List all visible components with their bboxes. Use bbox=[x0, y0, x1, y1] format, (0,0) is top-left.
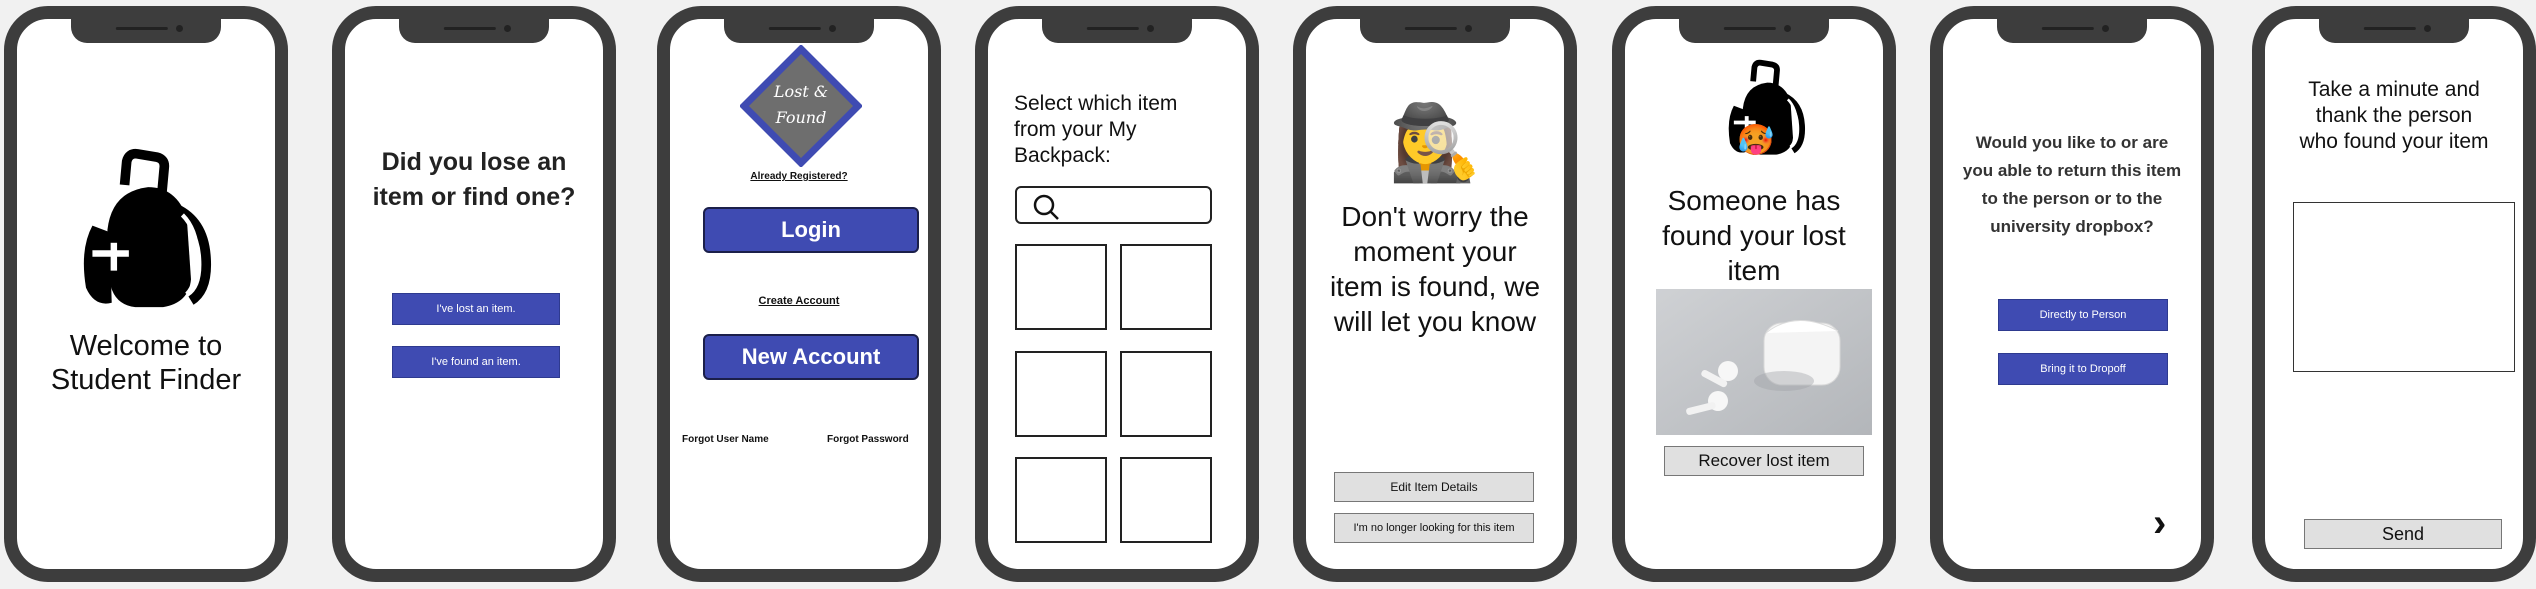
found-item-button[interactable]: I've found an item. bbox=[392, 346, 560, 378]
backpack-item-slot[interactable] bbox=[1120, 244, 1212, 330]
forgot-password-link[interactable]: Forgot Password bbox=[827, 434, 909, 445]
airpods-photo bbox=[1656, 289, 1872, 435]
phone-notch bbox=[2319, 19, 2469, 43]
directly-to-person-button[interactable]: Directly to Person bbox=[1998, 299, 2168, 331]
stop-looking-button[interactable]: I'm no longer looking for this item bbox=[1334, 513, 1534, 543]
phone-notch bbox=[1042, 19, 1192, 43]
select-item-prompt: Select which item from your My Backpack: bbox=[1014, 92, 1178, 167]
phone-notch bbox=[71, 19, 221, 43]
logo-text: Lost & Found bbox=[773, 82, 829, 127]
item-search-input[interactable] bbox=[1015, 186, 1212, 224]
backpack-item-slot[interactable] bbox=[1015, 244, 1107, 330]
backpack-icon bbox=[71, 141, 221, 321]
edit-item-details-button[interactable]: Edit Item Details bbox=[1334, 472, 1534, 502]
phone-notch bbox=[1360, 19, 1510, 43]
phone-notch bbox=[1679, 19, 1829, 43]
welcome-title: Welcome to Student Finder bbox=[50, 330, 242, 396]
phone-notch bbox=[399, 19, 549, 43]
already-registered-link[interactable]: Already Registered? bbox=[670, 171, 928, 182]
return-question: Would you like to or are you able to ret… bbox=[1962, 133, 2182, 236]
backpack-item-slot[interactable] bbox=[1015, 351, 1107, 437]
phone-lose-or-find: Did you lose an item or find one? I've l… bbox=[332, 6, 616, 582]
bring-to-dropoff-button[interactable]: Bring it to Dropoff bbox=[1998, 353, 2168, 385]
backpack-item-slot[interactable] bbox=[1120, 351, 1212, 437]
dont-worry-message: Don't worry the moment your item is foun… bbox=[1329, 201, 1541, 337]
send-button[interactable]: Send bbox=[2304, 519, 2502, 549]
search-icon bbox=[1033, 194, 1059, 220]
phone-dont-worry: 🕵️‍♀️ Don't worry the moment your item i… bbox=[1293, 6, 1577, 582]
backpack-item-slot[interactable] bbox=[1015, 457, 1107, 543]
phone-found: 🥵 Someone has found your lost item Recov… bbox=[1612, 6, 1896, 582]
thank-you-message-input[interactable] bbox=[2293, 202, 2515, 372]
new-account-button[interactable]: New Account bbox=[703, 334, 919, 380]
hot-face-emoji: 🥵 bbox=[1737, 124, 1775, 157]
login-button[interactable]: Login bbox=[703, 207, 919, 253]
phone-thank: Take a minute and thank the person who f… bbox=[2252, 6, 2536, 582]
thank-prompt: Take a minute and thank the person who f… bbox=[2299, 78, 2489, 153]
backpack-item-slot[interactable] bbox=[1120, 457, 1212, 543]
chevron-right-icon[interactable]: › bbox=[2153, 503, 2166, 543]
phone-notch bbox=[1997, 19, 2147, 43]
recover-lost-item-button[interactable]: Recover lost item bbox=[1664, 446, 1864, 476]
detective-emoji: 🕵️‍♀️ bbox=[1388, 101, 1482, 184]
found-message: Someone has found your lost item bbox=[1662, 185, 1846, 286]
create-account-link[interactable]: Create Account bbox=[670, 295, 928, 307]
phone-welcome: Welcome to Student Finder bbox=[4, 6, 288, 582]
phone-login: Lost & Found Already Registered? Login C… bbox=[657, 6, 941, 582]
lost-item-button[interactable]: I've lost an item. bbox=[392, 293, 560, 325]
forgot-username-link[interactable]: Forgot User Name bbox=[682, 434, 769, 445]
phone-select-item: Select which item from your My Backpack: bbox=[975, 6, 1259, 582]
phone-notch bbox=[724, 19, 874, 43]
phone-return-choice: Would you like to or are you able to ret… bbox=[1930, 6, 2214, 582]
lose-or-find-question: Did you lose an item or find one? bbox=[372, 148, 576, 211]
